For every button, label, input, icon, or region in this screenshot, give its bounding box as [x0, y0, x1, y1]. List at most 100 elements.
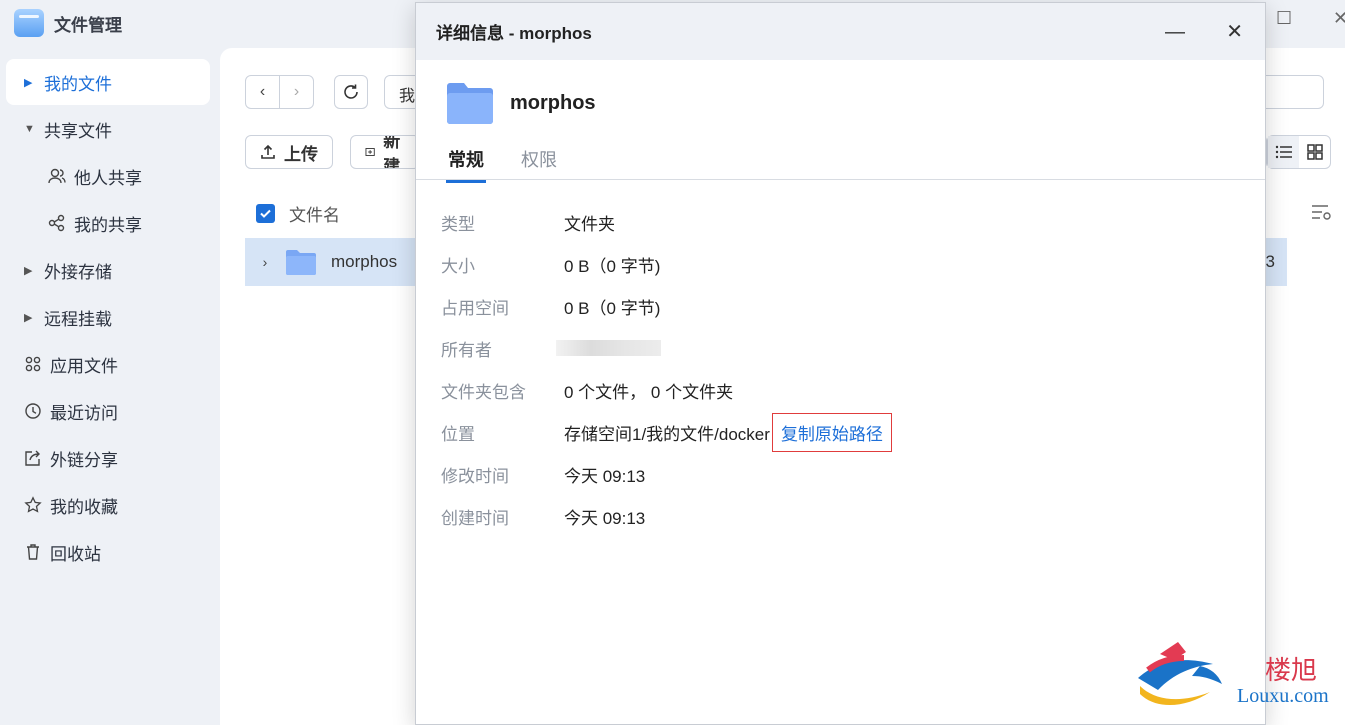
back-button[interactable]: ‹	[246, 76, 279, 108]
file-name: morphos	[331, 252, 398, 271]
upload-icon	[261, 144, 275, 159]
prop-value: 存储空间1/我的文件/docker 复制原始路径	[564, 412, 892, 452]
check-icon	[260, 209, 271, 218]
watermark-cn: 楼旭	[1265, 656, 1318, 686]
row-trailing-value: 3	[1265, 252, 1275, 271]
prop-label: 创建时间	[441, 508, 509, 528]
sidebar-item-link-share[interactable]: 外链分享	[6, 435, 210, 481]
location-path: 存储空间1/我的文件/docker	[564, 424, 770, 444]
caret-right-icon: ▶	[24, 76, 33, 89]
tab-permissions[interactable]: 权限	[521, 146, 557, 180]
prop-label: 类型	[441, 214, 475, 234]
folder-icon	[447, 83, 493, 124]
forward-button[interactable]: ›	[279, 76, 313, 108]
people-icon	[48, 167, 74, 185]
watermark-logo-icon	[1138, 642, 1222, 706]
dialog-header: morphos	[446, 81, 596, 125]
dialog-titlebar[interactable]: 详细信息 - morphos — ✕	[416, 3, 1265, 60]
column-name-header[interactable]: 文件名	[289, 201, 340, 226]
sidebar-item-label: 共享文件	[44, 121, 112, 141]
sidebar-item-external-storage[interactable]: ▶ 外接存储	[6, 247, 210, 293]
view-toggle	[1267, 135, 1331, 169]
dialog-title: 详细信息 - morphos	[436, 24, 592, 43]
sidebar-item-my-shares[interactable]: 我的共享	[6, 200, 210, 246]
new-button[interactable]: 新建	[350, 135, 420, 169]
sidebar-item-label: 回收站	[50, 544, 101, 564]
prop-value	[556, 340, 661, 356]
prop-label: 文件夹包含	[441, 382, 526, 402]
sidebar-item-label: 应用文件	[50, 356, 118, 376]
column-settings-icon	[1312, 205, 1331, 220]
chevron-left-icon: ‹	[259, 83, 266, 100]
sidebar: ▶ 我的文件 ▼ 共享文件 他人共享 我的共享 ▶ 外接存储 ▶ 远程挂载 应用…	[0, 52, 220, 575]
prop-value: 0 B（0 字节)	[564, 256, 661, 276]
share-icon	[48, 214, 74, 232]
prop-value: 今天 09:13	[564, 508, 646, 528]
external-share-icon	[24, 449, 50, 467]
new-label: 新建	[383, 135, 401, 169]
prop-value: 文件夹	[564, 214, 615, 234]
app-title: 文件管理	[54, 15, 122, 35]
sidebar-item-recent[interactable]: 最近访问	[6, 388, 210, 434]
folder-name: morphos	[510, 91, 596, 114]
app-logo-icon	[14, 9, 44, 37]
prop-label: 占用空间	[441, 298, 509, 318]
upload-button[interactable]: 上传	[245, 135, 333, 169]
clock-icon	[24, 402, 50, 420]
dialog-close-button[interactable]: ✕	[1226, 19, 1243, 44]
sidebar-item-label: 我的文件	[44, 74, 112, 94]
folder-icon	[286, 250, 316, 275]
close-icon[interactable]: ✕	[1333, 8, 1345, 29]
sidebar-item-label: 我的共享	[74, 215, 142, 235]
prop-label: 所有者	[441, 340, 492, 360]
prop-contains: 文件夹包含 0 个文件， 0 个文件夹	[441, 369, 892, 411]
prop-created: 创建时间 今天 09:13	[441, 495, 892, 537]
prop-modified: 修改时间 今天 09:13	[441, 453, 892, 495]
sidebar-item-trash[interactable]: 回收站	[6, 529, 210, 575]
sidebar-item-label: 最近访问	[50, 403, 118, 423]
prop-location: 位置 存储空间1/我的文件/docker 复制原始路径	[441, 411, 892, 453]
prop-used-space: 占用空间 0 B（0 字节)	[441, 285, 892, 327]
sidebar-item-shared-files[interactable]: ▼ 共享文件	[6, 106, 210, 152]
new-folder-icon	[365, 148, 375, 156]
grid-view-icon	[1306, 144, 1323, 160]
prop-label: 修改时间	[441, 466, 509, 486]
apps-icon	[24, 355, 50, 373]
refresh-icon	[344, 84, 358, 99]
sidebar-item-label: 他人共享	[74, 168, 142, 188]
refresh-button[interactable]	[334, 75, 368, 109]
list-view-button[interactable]	[1268, 136, 1299, 168]
star-icon	[24, 496, 50, 514]
select-all-checkbox[interactable]	[256, 203, 275, 223]
sidebar-item-label: 外接存储	[44, 262, 112, 282]
chevron-right-icon: ›	[293, 83, 300, 100]
maximize-icon[interactable]: ☐	[1276, 8, 1292, 29]
copy-original-path-link[interactable]: 复制原始路径	[771, 412, 892, 452]
sidebar-item-shared-by-others[interactable]: 他人共享	[6, 153, 210, 199]
sidebar-item-my-files[interactable]: ▶ 我的文件	[6, 59, 210, 105]
details-dialog: 详细信息 - morphos — ✕ morphos 常规 权限 类型 文件夹 …	[415, 2, 1266, 725]
upload-label: 上传	[284, 144, 318, 164]
prop-label: 大小	[441, 256, 475, 276]
expand-chevron-icon[interactable]: ›	[245, 254, 285, 270]
prop-value: 0 个文件， 0 个文件夹	[564, 382, 734, 402]
sidebar-item-label: 外链分享	[50, 450, 118, 470]
sidebar-item-label: 远程挂载	[44, 309, 112, 329]
prop-size: 大小 0 B（0 字节)	[441, 243, 892, 285]
column-settings-button[interactable]	[1311, 203, 1333, 226]
watermark: 楼旭 Louxu.com	[1130, 630, 1345, 725]
sidebar-item-app-files[interactable]: 应用文件	[6, 341, 210, 387]
prop-owner: 所有者	[441, 327, 892, 369]
caret-right-icon: ▶	[24, 264, 33, 277]
app-title-bar: 文件管理	[14, 8, 122, 38]
grid-view-button[interactable]	[1299, 136, 1330, 168]
history-nav: ‹ ›	[245, 75, 314, 109]
sidebar-item-label: 我的收藏	[50, 497, 118, 517]
list-view-icon	[1275, 145, 1292, 159]
redacted-owner	[556, 340, 661, 356]
sidebar-item-favorites[interactable]: 我的收藏	[6, 482, 210, 528]
tab-general[interactable]: 常规	[446, 146, 486, 183]
sidebar-item-remote-mount[interactable]: ▶ 远程挂载	[6, 294, 210, 340]
properties-list: 类型 文件夹 大小 0 B（0 字节) 占用空间 0 B（0 字节) 所有者 文…	[441, 201, 892, 537]
minimize-button[interactable]: —	[1165, 21, 1185, 44]
